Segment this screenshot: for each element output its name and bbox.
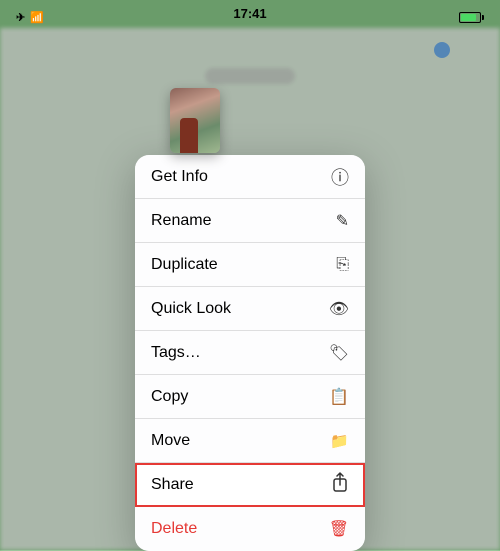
menu-item-delete[interactable]: Delete 🗑 [135,507,365,551]
context-menu: Get Info ⓘ Rename ✎ Duplicate ⎘ Quick Lo… [135,155,365,551]
tags-icon: 🏷 [329,343,349,363]
battery-fill [461,14,476,21]
menu-item-duplicate[interactable]: Duplicate ⎘ [135,243,365,287]
menu-item-copy-label: Copy [151,388,188,406]
menu-item-get-info-label: Get Info [151,168,208,186]
menu-item-delete-label: Delete [151,520,197,538]
menu-item-quick-look-label: Quick Look [151,300,231,318]
menu-item-get-info[interactable]: Get Info ⓘ [135,155,365,199]
battery-icon [459,12,484,23]
menu-item-rename-label: Rename [151,212,211,230]
delete-icon: 🗑 [329,519,349,539]
thumb-figure-detail [180,118,198,153]
rename-icon: ✎ [336,211,349,231]
get-info-icon: ⓘ [331,164,349,190]
menu-item-duplicate-label: Duplicate [151,256,218,274]
menu-item-share[interactable]: Share [135,463,365,507]
copy-icon: 📋 [329,387,349,407]
menu-item-rename[interactable]: Rename ✎ [135,199,365,243]
menu-item-share-label: Share [151,476,194,494]
quick-look-icon: 👁 [329,299,349,319]
move-icon: 📁 [330,432,349,450]
status-right [459,12,484,23]
menu-item-move-label: Move [151,432,190,450]
airplane-icon: ✈ [16,11,25,24]
duplicate-icon: ⎘ [336,256,349,274]
status-bar: ✈ 📶 17:41 [0,0,500,28]
status-time: 17:41 [233,6,266,21]
menu-item-quick-look[interactable]: Quick Look 👁 [135,287,365,331]
menu-item-copy[interactable]: Copy 📋 [135,375,365,419]
battery-tip [482,15,484,20]
menu-item-move[interactable]: Move 📁 [135,419,365,463]
share-icon [331,472,349,497]
menu-item-tags[interactable]: Tags… 🏷 [135,331,365,375]
wifi-icon: 📶 [30,11,44,24]
menu-item-tags-label: Tags… [151,344,201,362]
file-thumbnail [170,88,220,153]
status-left: ✈ 📶 [16,11,44,24]
